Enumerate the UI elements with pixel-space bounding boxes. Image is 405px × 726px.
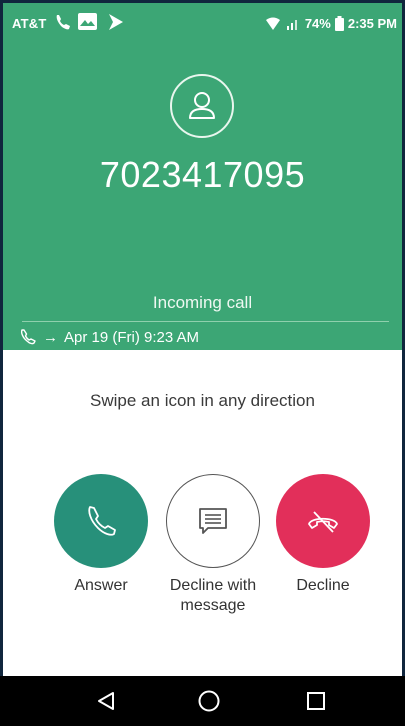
recents-button[interactable]: [300, 687, 332, 715]
home-button[interactable]: [193, 687, 225, 715]
carrier-label: AT&T: [12, 16, 47, 31]
battery-icon: [334, 16, 344, 31]
back-button[interactable]: [90, 687, 122, 715]
message-icon: [199, 508, 227, 534]
header-divider: [22, 321, 389, 322]
gallery-notification-icon: [78, 13, 97, 30]
incoming-call-screen: AT&T 74% 2:35 PM 7023417095 Incoming cal…: [0, 0, 405, 726]
recents-square-icon: [307, 692, 325, 710]
home-circle-icon: [198, 690, 220, 712]
answer-label: Answer: [74, 577, 128, 594]
battery-percent: 74%: [304, 16, 331, 31]
wifi-icon: [265, 17, 280, 30]
clock: 2:35 PM: [347, 16, 397, 31]
decline-label: Decline: [296, 577, 350, 594]
call-state-label: Incoming call: [152, 293, 253, 312]
phone-hangup-icon: [308, 511, 338, 533]
navigation-bar: [0, 676, 405, 726]
back-triangle-icon: [98, 692, 114, 710]
phone-outline-icon: [20, 329, 36, 345]
status-bar: AT&T 74% 2:35 PM: [3, 3, 402, 43]
call-direction-arrow: →: [43, 328, 58, 346]
decline-button[interactable]: [276, 474, 370, 568]
last-call-date: Apr 19 (Fri) 9:23 AM: [64, 328, 200, 346]
phone-icon: [88, 506, 116, 536]
caller-header: AT&T 74% 2:35 PM 7023417095 Incoming cal…: [3, 3, 402, 350]
swipe-hint: Swipe an icon in any direction: [90, 391, 315, 410]
answer-button[interactable]: [54, 474, 148, 568]
decline-with-message-button[interactable]: [166, 474, 260, 568]
caller-avatar: [170, 74, 234, 138]
caller-number: 7023417095: [99, 154, 306, 195]
signal-icon: [286, 19, 297, 30]
call-status-icon: [56, 15, 70, 30]
play-store-notification-icon: [109, 14, 123, 30]
status-right: 74% 2:35 PM: [265, 16, 397, 31]
last-call-info: → Apr 19 (Fri) 9:23 AM: [19, 328, 199, 346]
person-icon: [189, 92, 215, 119]
